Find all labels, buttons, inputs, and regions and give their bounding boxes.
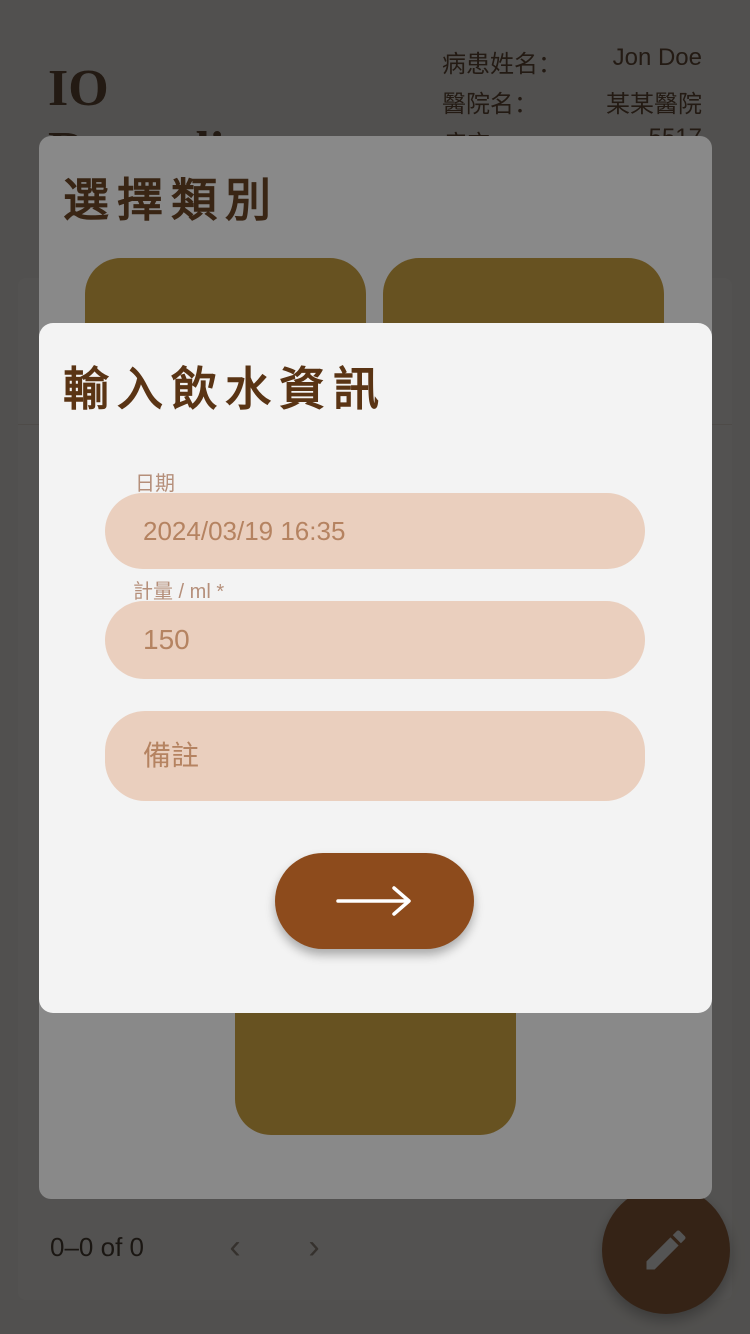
water-dialog-title: 輸入飲水資訊	[63, 363, 387, 415]
note-field[interactable]	[105, 711, 645, 801]
water-intake-dialog: 輸入飲水資訊 日期 計量 / ml *	[39, 323, 712, 1013]
amount-field-label: 計量 / ml *	[133, 581, 225, 603]
arrow-right-icon	[335, 886, 411, 916]
date-field-label: 日期	[135, 473, 175, 495]
amount-field[interactable]	[105, 601, 645, 679]
submit-button[interactable]	[275, 853, 474, 949]
date-field[interactable]	[105, 493, 645, 569]
